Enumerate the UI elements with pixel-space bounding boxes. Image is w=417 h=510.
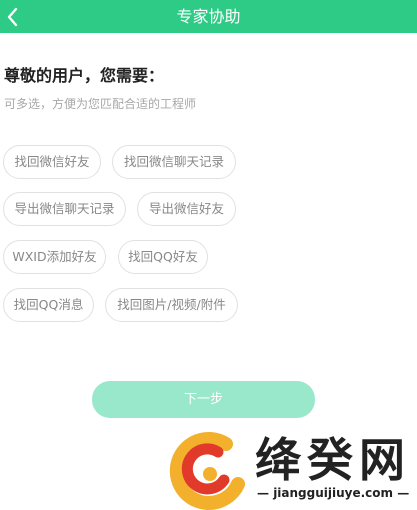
app-header: 专家协助 xyxy=(0,0,417,33)
option-chip-recover-media[interactable]: 找回图片/视频/附件 xyxy=(105,288,238,322)
option-chip-recover-wechat-chat[interactable]: 找回微信聊天记录 xyxy=(112,145,236,179)
watermark-domain: — jiangguijiuye.com — xyxy=(257,486,410,500)
watermark-logo-icon xyxy=(169,431,245,510)
page-title: 专家协助 xyxy=(176,7,241,26)
watermark-site-name: 绛癸网 xyxy=(255,433,411,487)
option-chip-export-wechat-friends[interactable]: 导出微信好友 xyxy=(137,192,236,226)
option-chip-recover-qq-friends[interactable]: 找回QQ好友 xyxy=(118,240,208,274)
next-button[interactable]: 下一步 xyxy=(92,381,315,418)
option-chip-recover-wechat-friends[interactable]: 找回微信好友 xyxy=(3,145,101,179)
option-chip-export-wechat-chat[interactable]: 导出微信聊天记录 xyxy=(3,192,126,226)
question-heading: 尊敬的用户，您需要： xyxy=(4,66,165,85)
option-chip-wxid-add-friend[interactable]: WXID添加好友 xyxy=(3,240,106,274)
option-chip-recover-qq-messages[interactable]: 找回QQ消息 xyxy=(3,288,94,322)
watermark-domain-text: jiangguijiuye.com xyxy=(273,486,394,500)
selection-hint: 可多选，方便为您匹配合适的工程师 xyxy=(4,97,197,111)
